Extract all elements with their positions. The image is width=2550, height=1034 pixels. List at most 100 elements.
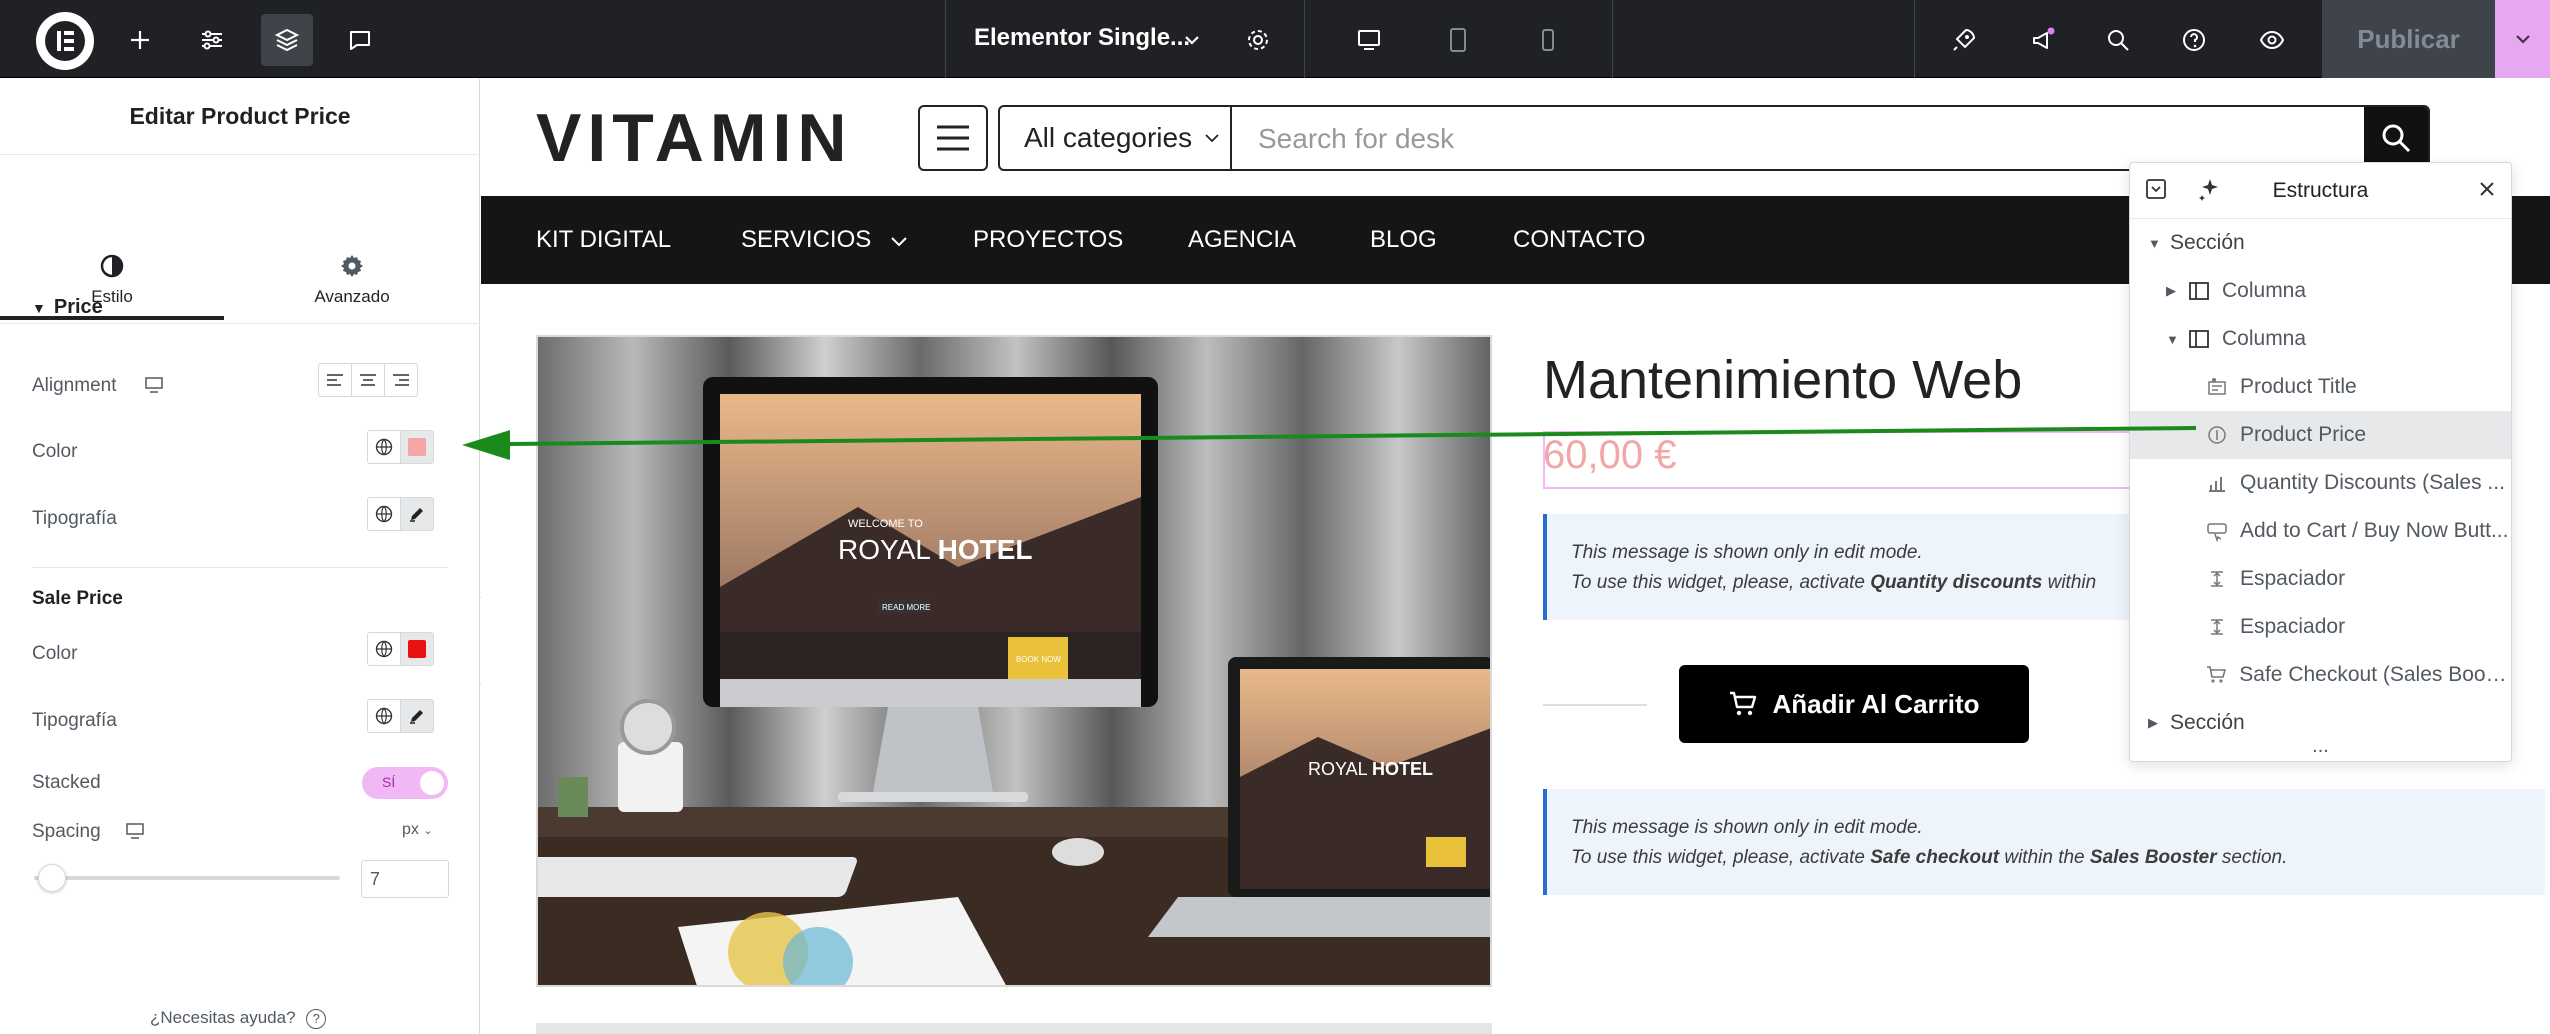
- align-right-icon[interactable]: [384, 363, 418, 397]
- navigator-item[interactable]: Product Title: [2130, 363, 2511, 411]
- structure-layers-icon[interactable]: [261, 14, 313, 66]
- chart-icon: [2206, 472, 2228, 494]
- navigator-item-label: Columna: [2222, 327, 2307, 350]
- preview-eye-icon[interactable]: [2246, 14, 2298, 66]
- page-settings-gear-icon[interactable]: [1232, 14, 1284, 66]
- price-color-label: Color: [32, 441, 78, 462]
- cart-icon: [1730, 691, 1757, 716]
- search-icon[interactable]: [2092, 14, 2144, 66]
- nav-item-blog[interactable]: BLOG: [1370, 226, 1437, 254]
- sale-color-fill: [408, 640, 426, 658]
- navigator-item-label: Columna: [2222, 279, 2307, 302]
- nav-item-agencia[interactable]: AGENCIA: [1188, 226, 1296, 254]
- navigator-item-label: Add to Cart / Buy Now Butt...: [2240, 519, 2509, 542]
- editor-panel: Editar Product Price Estilo Avanzado ▼ Pr…: [0, 79, 480, 1034]
- navigator-item-label: Sección: [2170, 711, 2245, 734]
- caret-right-icon[interactable]: ▶: [2166, 283, 2188, 299]
- whats-new-megaphone-icon[interactable]: [2017, 14, 2069, 66]
- navigator-item[interactable]: ▶ Columna: [2130, 267, 2511, 315]
- caret-right-icon[interactable]: ▶: [2148, 715, 2170, 731]
- navigator-resize-handle[interactable]: ...: [2130, 736, 2511, 761]
- spacing-slider-track[interactable]: [34, 876, 340, 880]
- hamburger-menu-icon[interactable]: [918, 105, 988, 171]
- nav-item-contacto[interactable]: CONTACTO: [1513, 226, 1645, 254]
- global-colors-globe-icon[interactable]: [367, 430, 401, 464]
- navigator-item[interactable]: Safe Checkout (Sales Boos...: [2130, 651, 2511, 699]
- spacing-slider-handle[interactable]: [38, 864, 66, 892]
- edit-typography-pencil-icon[interactable]: [400, 497, 434, 531]
- global-colors-globe-icon[interactable]: [367, 632, 401, 666]
- add-element-icon[interactable]: [114, 14, 166, 66]
- quantity-input-underline[interactable]: [1543, 704, 1647, 706]
- caret-down-icon[interactable]: ▼: [2166, 332, 2188, 347]
- section-divider: [32, 567, 448, 568]
- toggle-on-label: SÍ: [382, 774, 396, 790]
- sale-color-swatch[interactable]: [400, 632, 434, 666]
- chevron-down-icon: [1205, 134, 1219, 143]
- navigator-item[interactable]: ▼ Columna: [2130, 315, 2511, 363]
- global-fonts-globe-icon[interactable]: [367, 497, 401, 531]
- navigator-item[interactable]: Quantity Discounts (Sales ...: [2130, 459, 2511, 507]
- notice-line-2: To use this widget, please, activate Saf…: [1571, 847, 2288, 868]
- mobile-view-icon[interactable]: [1522, 14, 1574, 66]
- global-fonts-globe-icon[interactable]: [367, 699, 401, 733]
- caret-down-icon[interactable]: ▼: [2148, 236, 2170, 251]
- sale-typography-label: Tipografía: [32, 710, 117, 731]
- category-select[interactable]: All categories: [1000, 107, 1232, 169]
- edit-typography-pencil-icon[interactable]: [400, 699, 434, 733]
- tablet-view-icon[interactable]: [1432, 14, 1484, 66]
- help-link[interactable]: ¿Necesitas ayuda? ?: [150, 1008, 327, 1029]
- publish-button[interactable]: Publicar: [2322, 0, 2495, 78]
- price-color-swatch[interactable]: [400, 430, 434, 464]
- responsive-desktop-icon[interactable]: [126, 823, 144, 844]
- nav-item-proyectos[interactable]: PROYECTOS: [973, 226, 1123, 254]
- stacked-toggle[interactable]: SÍ: [362, 767, 448, 799]
- comments-icon[interactable]: [334, 14, 386, 66]
- help-icon[interactable]: [2168, 14, 2220, 66]
- svg-text:READ MORE: READ MORE: [882, 603, 930, 612]
- search-submit-icon[interactable]: [2364, 107, 2428, 169]
- topbar-divider: [1612, 0, 1613, 78]
- nav-item-servicios[interactable]: SERVICIOS: [741, 226, 908, 254]
- rocket-icon[interactable]: [1938, 14, 1990, 66]
- add-to-cart-button[interactable]: Añadir Al Carrito: [1679, 665, 2029, 743]
- price-section-heading[interactable]: ▼ Price: [32, 296, 103, 319]
- align-left-icon[interactable]: [318, 363, 352, 397]
- navigator-item[interactable]: Add to Cart / Buy Now Butt...: [2130, 507, 2511, 555]
- spacer-icon: [2206, 568, 2228, 590]
- chevron-down-icon: ⌄: [423, 825, 433, 837]
- navigator-item[interactable]: ▼ Sección: [2130, 219, 2511, 267]
- navigator-item-label: Espaciador: [2240, 615, 2346, 638]
- tab-advanced[interactable]: Avanzado: [240, 155, 464, 323]
- nav-item-kit-digital[interactable]: KIT DIGITAL: [536, 226, 671, 254]
- next-section-edge: [536, 1023, 1492, 1034]
- chevron-down-icon: [891, 237, 907, 247]
- safe-checkout-notice: This message is shown only in edit mode.…: [1543, 789, 2545, 895]
- responsive-desktop-icon[interactable]: [145, 377, 163, 398]
- site-settings-icon[interactable]: [186, 14, 238, 66]
- spacing-label: Spacing: [32, 821, 101, 842]
- navigator-item[interactable]: Product Price: [2130, 411, 2511, 459]
- site-logo[interactable]: VITAMIN: [536, 99, 853, 177]
- sale-price-heading: Sale Price: [32, 588, 123, 609]
- search-input[interactable]: Search for desk: [1258, 123, 1454, 155]
- publish-options-chevron-icon[interactable]: [2495, 0, 2550, 78]
- product-title: Mantenimiento Web: [1543, 350, 2023, 410]
- desktop-view-icon[interactable]: [1343, 14, 1395, 66]
- elementor-logo-icon[interactable]: [36, 12, 94, 70]
- document-title[interactable]: Elementor Single...: [974, 24, 1190, 52]
- navigator-header: Estructura: [2130, 163, 2511, 219]
- chevron-down-icon[interactable]: [1168, 14, 1216, 66]
- product-image[interactable]: WELCOME TO ROYAL HOTEL READ MORE BOOK NO…: [536, 335, 1492, 987]
- navigator-item[interactable]: Espaciador: [2130, 555, 2511, 603]
- column-icon: [2188, 328, 2210, 350]
- align-center-icon[interactable]: [351, 363, 385, 397]
- spacer-icon: [2206, 616, 2228, 638]
- navigator-item[interactable]: Espaciador: [2130, 603, 2511, 651]
- top-bar: Elementor Single... Publicar: [0, 0, 2550, 78]
- svg-text:ROYAL HOTEL: ROYAL HOTEL: [1308, 759, 1433, 779]
- topbar-divider: [945, 0, 946, 78]
- spacing-unit-select[interactable]: px ⌄: [402, 821, 433, 839]
- close-icon[interactable]: [2477, 179, 2497, 204]
- spacing-number-input[interactable]: 7: [361, 860, 449, 898]
